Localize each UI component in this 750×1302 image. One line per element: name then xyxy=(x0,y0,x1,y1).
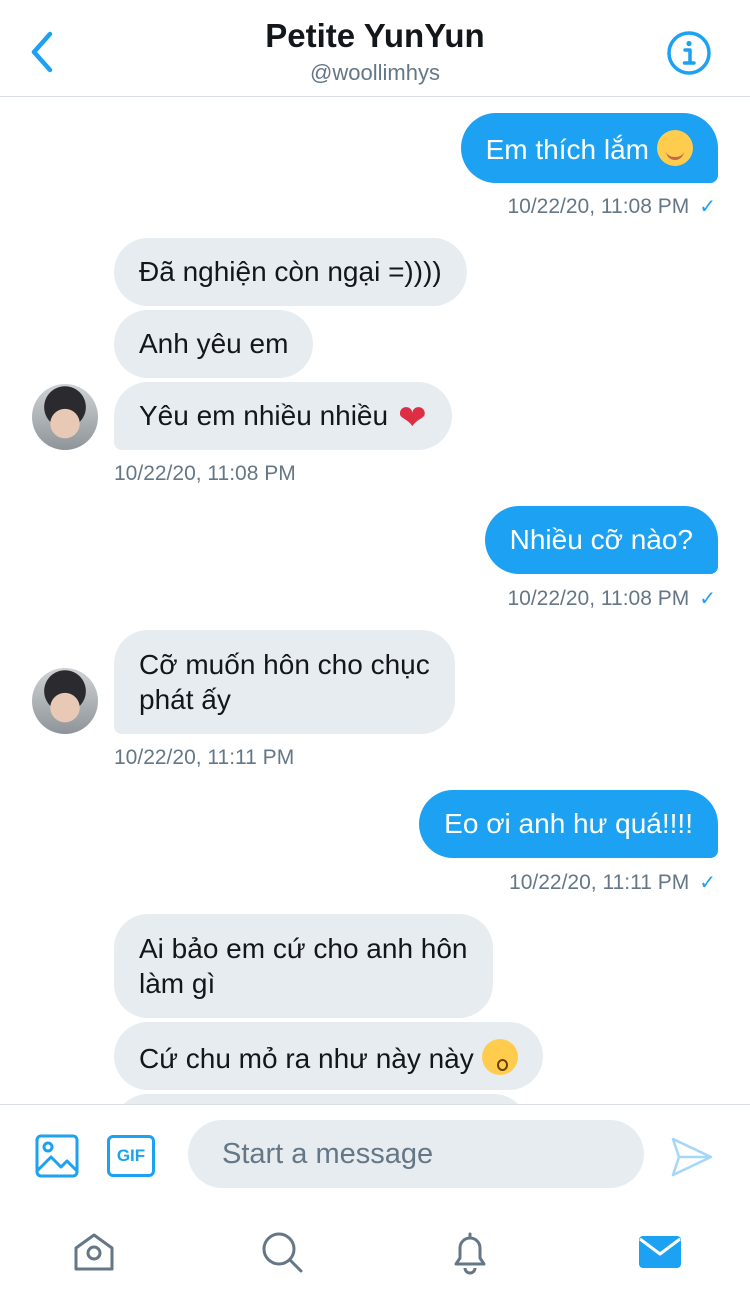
message-text: Nhiều cỡ nào? xyxy=(509,524,693,555)
send-icon[interactable] xyxy=(670,1135,714,1179)
check-icon: ✓ xyxy=(699,872,716,894)
home-icon[interactable] xyxy=(70,1228,118,1276)
conversation-header: Petite YunYun @woollimhys xyxy=(0,0,750,97)
image-icon[interactable] xyxy=(34,1133,80,1179)
message-text-line: làm gì xyxy=(139,968,216,999)
gif-button[interactable]: GIF xyxy=(107,1135,155,1177)
message-composer: GIF xyxy=(0,1104,750,1204)
contact-name[interactable]: Petite YunYun xyxy=(0,17,750,55)
bottom-nav xyxy=(0,1204,750,1302)
message-timestamp: 10/22/20, 11:08 PM ✓ xyxy=(507,587,716,610)
incoming-message[interactable]: Cứ chu mỏ ra như này này xyxy=(114,1022,543,1090)
message-text: Đã nghiện còn ngại =)))) xyxy=(139,256,442,287)
message-text: Eo ơi anh hư quá!!!! xyxy=(444,808,693,839)
incoming-message[interactable]: Ai bảo em cứ cho anh hôn làm gì xyxy=(114,914,493,1018)
messages-icon[interactable] xyxy=(636,1228,684,1276)
notifications-icon[interactable] xyxy=(446,1228,494,1276)
kissing-face-icon xyxy=(481,1039,518,1075)
message-timestamp: 10/22/20, 11:11 PM xyxy=(114,746,295,769)
message-text: Cứ chu mỏ ra như này này xyxy=(139,1043,474,1074)
check-icon: ✓ xyxy=(699,196,716,218)
message-text: Yêu em nhiều nhiều xyxy=(139,400,389,431)
search-icon[interactable] xyxy=(258,1228,306,1276)
incoming-message[interactable]: Cỡ muốn hôn cho chục phát ấy xyxy=(114,630,455,734)
contact-handle: @woollimhys xyxy=(310,60,440,85)
message-list[interactable]: Em thích lắm 10/22/20, 11:08 PM ✓ Đã nghi… xyxy=(0,98,750,1104)
message-text-line: Cỡ muốn hôn cho chục xyxy=(139,649,430,680)
incoming-message[interactable] xyxy=(114,1094,528,1104)
outgoing-message[interactable]: Nhiều cỡ nào? xyxy=(484,506,718,574)
message-timestamp: 10/22/20, 11:08 PM xyxy=(114,462,296,485)
outgoing-message[interactable]: Em thích lắm xyxy=(460,113,718,183)
contact-avatar[interactable] xyxy=(32,668,98,734)
incoming-message[interactable]: Yêu em nhiều nhiều ❤ xyxy=(114,382,452,450)
contact-avatar[interactable] xyxy=(32,384,98,450)
message-text-line: phát ấy xyxy=(139,684,231,715)
message-text: Anh yêu em xyxy=(139,328,289,359)
message-timestamp: 10/22/20, 11:11 PM ✓ xyxy=(509,871,716,894)
smiling-face-with-hearts-icon xyxy=(657,130,693,166)
check-icon: ✓ xyxy=(699,588,716,610)
incoming-message[interactable]: Anh yêu em xyxy=(114,310,314,378)
info-icon[interactable] xyxy=(666,30,712,76)
incoming-message[interactable]: Đã nghiện còn ngại =)))) xyxy=(114,238,467,306)
message-timestamp: 10/22/20, 11:08 PM ✓ xyxy=(507,195,716,218)
message-input[interactable] xyxy=(188,1120,644,1188)
message-text: Em thích lắm xyxy=(485,134,649,165)
outgoing-message[interactable]: Eo ơi anh hư quá!!!! xyxy=(419,790,718,858)
red-heart-icon: ❤ xyxy=(398,399,427,437)
message-text-line: Ai bảo em cứ cho anh hôn xyxy=(139,933,468,964)
